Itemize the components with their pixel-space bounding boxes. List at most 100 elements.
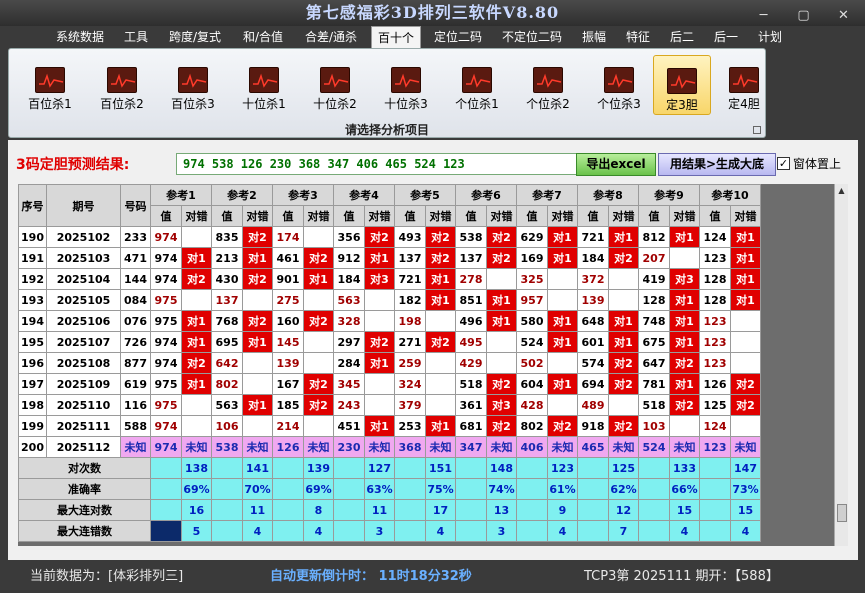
menu-item-system-data[interactable]: 系统数据 [50, 26, 110, 48]
menu-item-plan[interactable]: 计划 [752, 26, 788, 48]
cell-check: 对1 [547, 226, 578, 248]
ribbon-button-3[interactable]: 百位杀3 [164, 55, 222, 115]
cell-value: 812 [638, 226, 670, 248]
stats-value: 5 [181, 520, 212, 542]
cell-value: 975 [150, 289, 182, 311]
stats-blank [272, 499, 304, 521]
cell-check: 对2 [608, 247, 639, 269]
menu-item-last-two[interactable]: 后二 [664, 26, 700, 48]
cell-value: 974 [150, 331, 182, 353]
ribbon-button-1[interactable]: 百位杀1 [21, 55, 79, 115]
table-row[interactable]: 197 2025109 619 975 对1 802 167 对2 345 324 518 对2 604… [18, 373, 761, 395]
window-ontop-checkbox[interactable]: ✓ 窗体置上 [777, 155, 841, 172]
header-check: 对错 [425, 205, 456, 227]
stats-blank [455, 478, 487, 500]
data-grid[interactable]: 序号 期号 号码 参考1 参考2 参考3 参考4 参考5 参考6 参考7 参考8 参考9 参考10 值对错… [18, 184, 838, 546]
cell-value: 207 [638, 247, 670, 269]
ribbon-button-2[interactable]: 百位杀2 [93, 55, 151, 115]
ribbon-button-10[interactable]: 定3胆 [653, 55, 711, 115]
cell-value: 974 [150, 226, 182, 248]
menu-item-amplitude[interactable]: 振幅 [576, 26, 612, 48]
stats-value: 125 [608, 457, 639, 479]
cell-value: 145 [272, 331, 304, 353]
cell-check [303, 352, 334, 374]
cell-value: 123 [699, 436, 731, 458]
menu-item-sum[interactable]: 和/合值 [234, 26, 292, 48]
ribbon-button-5[interactable]: 十位杀2 [306, 55, 364, 115]
cell-check [547, 352, 578, 374]
table-row[interactable]: 199 2025111 588 974 106 214 451 对1 253 对1 681 对2 802… [18, 415, 761, 437]
cell-check: 对1 [425, 415, 456, 437]
table-row[interactable]: 195 2025107 726 974 对1 695 对1 145 297 对2 271 对2 495 5… [18, 331, 761, 353]
ribbon-button-8[interactable]: 个位杀2 [519, 55, 577, 115]
table-row[interactable]: 194 2025106 076 975 对1 768 对2 160 对2 328 198 496 对1 5… [18, 310, 761, 332]
cell-value: 368 [394, 436, 426, 458]
ribbon-button-4[interactable]: 十位杀1 [235, 55, 293, 115]
expand-corner-icon[interactable] [753, 126, 761, 134]
scroll-thumb[interactable] [837, 504, 847, 522]
table-row[interactable]: 196 2025108 877 974 对2 642 139 284 对1 259 429 502 57… [18, 352, 761, 374]
header-value: 值 [455, 205, 487, 227]
header-check: 对错 [364, 205, 395, 227]
table-row[interactable]: 191 2025103 471 974 对1 213 对1 461 对2 912 对1 137 对2 13… [18, 247, 761, 269]
stats-blank [577, 478, 609, 500]
ribbon-button-label: 十位杀2 [313, 97, 357, 111]
row-code: 未知 [120, 436, 151, 458]
ribbon-button-6[interactable]: 十位杀3 [377, 55, 435, 115]
ribbon-button-label: 定3胆 [666, 98, 698, 112]
stats-value: 11 [364, 499, 395, 521]
export-excel-button[interactable]: 导出excel [576, 153, 656, 176]
cell-value: 347 [455, 436, 487, 458]
cell-check: 对1 [242, 247, 273, 269]
row-code: 588 [120, 415, 151, 437]
ribbon-button-7[interactable]: 个位杀1 [448, 55, 506, 115]
stats-row: 最大连错数 5 4 4 3 4 3 4 7 4 4 [18, 520, 761, 542]
cell-value: 253 [394, 415, 426, 437]
table-row[interactable]: 193 2025105 084 975 137 275 563 182 对1 851 对1 957 13… [18, 289, 761, 311]
cell-check [303, 226, 334, 248]
cell-value: 518 [638, 394, 670, 416]
menu-item-span[interactable]: 跨度/复式 [162, 26, 228, 48]
table-row[interactable]: 190 2025102 233 974 835 对2 174 356 对2 493 对2 538 对2 6… [18, 226, 761, 248]
table-row[interactable]: 200 2025112 未知 974 未知 538 未知 126 未知 230 未知 368 未知 347… [18, 436, 761, 458]
cell-value: 629 [516, 226, 548, 248]
cell-value: 325 [516, 268, 548, 290]
scroll-up-icon[interactable]: ▲ [835, 184, 848, 198]
ribbon-button-9[interactable]: 个位杀3 [590, 55, 648, 115]
cell-check: 对1 [669, 289, 700, 311]
row-period: 2025103 [46, 247, 121, 269]
vertical-scrollbar[interactable]: ▲ [834, 184, 848, 546]
cell-value: 802 [516, 415, 548, 437]
cell-check: 对1 [730, 226, 761, 248]
ribbon-button-11[interactable]: 定4胆 [715, 55, 773, 115]
menu-item-position-two[interactable]: 定位二码 [428, 26, 488, 48]
row-code: 471 [120, 247, 151, 269]
cell-value: 259 [394, 352, 426, 374]
tab-hundreds-tens-units[interactable]: 百十个 [371, 26, 421, 48]
cell-value: 139 [577, 289, 609, 311]
cell-check: 对1 [547, 331, 578, 353]
stats-value: 4 [730, 520, 761, 542]
window-title: 第七感福彩3D排列三软件V8.80 [305, 3, 560, 22]
stats-value: 133 [669, 457, 700, 479]
cell-check [547, 289, 578, 311]
menu-item-feature[interactable]: 特征 [620, 26, 656, 48]
cell-check: 对2 [608, 352, 639, 374]
result-field[interactable]: 974 538 126 230 368 347 406 465 524 123 [176, 153, 582, 175]
stats-value: 66% [669, 478, 700, 500]
table-row[interactable]: 192 2025104 144 974 对2 430 对2 901 对1 184 对3 721 对1 27… [18, 268, 761, 290]
menu-item-nonposition-two[interactable]: 不定位二码 [496, 26, 568, 48]
cell-value: 379 [394, 394, 426, 416]
checkbox-box[interactable]: ✓ [777, 157, 790, 170]
stats-row: 对次数 138 141 139 127 151 148 123 125 133 147 [18, 457, 761, 479]
menu-item-diff[interactable]: 合差/通杀 [298, 26, 364, 48]
cell-check [242, 415, 273, 437]
cell-value: 465 [577, 436, 609, 458]
menu-item-last-one[interactable]: 后一 [708, 26, 744, 48]
menu-item-tools[interactable]: 工具 [118, 26, 154, 48]
table-row[interactable]: 198 2025110 116 975 563 对1 185 对2 243 379 361 对3 428… [18, 394, 761, 416]
generate-base-button[interactable]: 用结果>生成大底 [658, 153, 776, 176]
stats-value: 12 [608, 499, 639, 521]
trend-chart-icon [729, 67, 759, 93]
cell-check [730, 415, 761, 437]
